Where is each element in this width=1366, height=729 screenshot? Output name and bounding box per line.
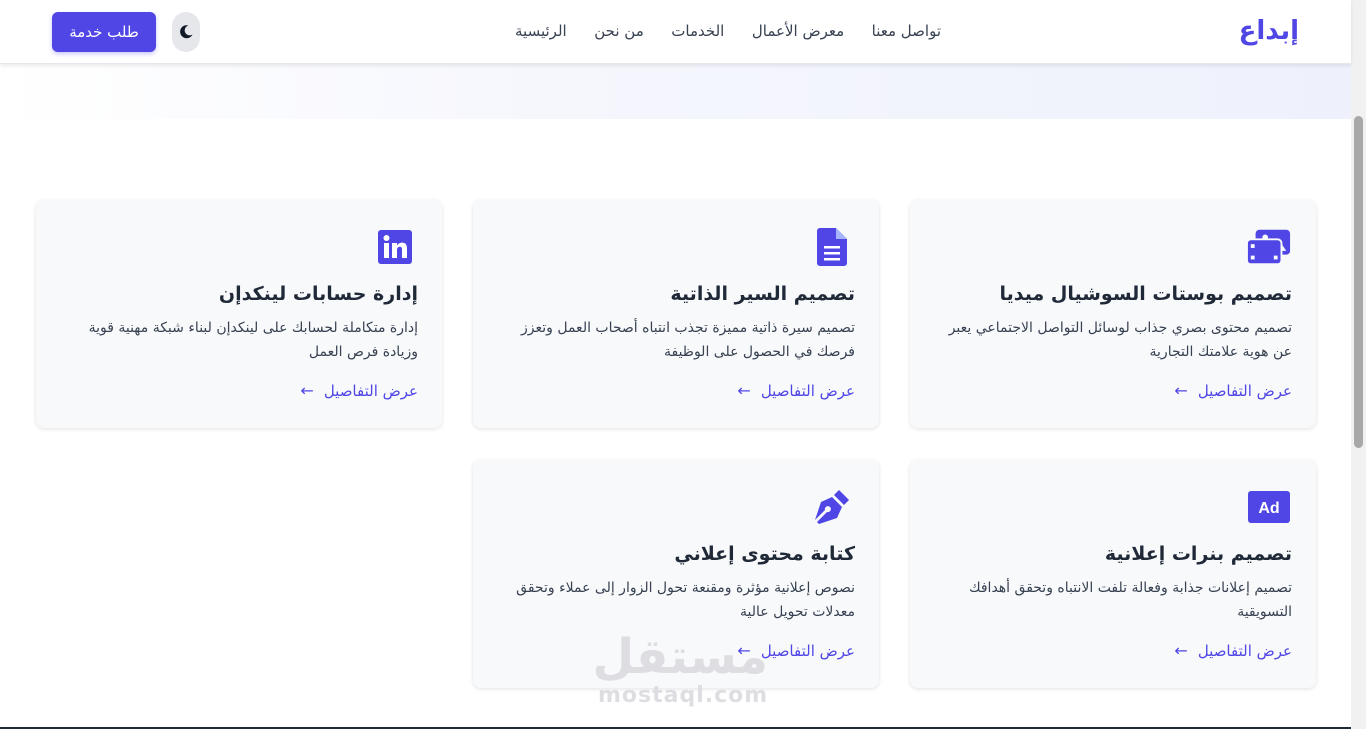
view-details-link[interactable]: عرض التفاصيل ← [1174,381,1292,400]
nav-item-home[interactable]: الرئيسية [515,22,567,40]
service-description: تصميم إعلانات جذابة وفعالة تلفت الانتباه… [969,580,1292,620]
view-details-label: عرض التفاصيل [760,381,855,400]
request-service-button[interactable]: طلب خدمة [52,12,156,52]
service-title: تصميم بوستات السوشيال ميديا [999,283,1292,305]
service-title: كتابة محتوى إعلاني [674,543,855,565]
arrow-left-icon: ← [1174,381,1188,400]
service-card-cv-design[interactable]: تصميم السير الذاتية تصميم سيرة ذاتية ممي… [473,200,879,428]
service-card-linkedin[interactable]: إدارة حسابات لينكدإن إدارة متكاملة لحساب… [36,200,442,428]
service-card-social-media[interactable]: تصميم بوستات السوشيال ميديا تصميم محتوى … [910,200,1316,428]
view-details-label: عرض التفاصيل [1197,381,1292,400]
view-details-link[interactable]: عرض التفاصيل ← [1174,641,1292,660]
watermark-arabic: مستقل [592,629,768,685]
ad-icon: Ad [1246,484,1292,530]
service-description: إدارة متكاملة لحسابك على لينكدإن لبناء ش… [88,320,418,360]
view-details-link[interactable]: عرض التفاصيل ← [737,381,855,400]
service-description: تصميم سيرة ذاتية مميزة تجذب انتباه أصحاب… [521,320,855,360]
arrow-left-icon: ← [737,381,751,400]
service-description: تصميم محتوى بصري جذاب لوسائل التواصل الا… [948,320,1292,360]
main-nav: تواصل معنا معرض الأعمال الخدمات من نحن ا… [515,22,941,40]
arrow-left-icon: ← [1174,641,1188,660]
nav-item-portfolio[interactable]: معرض الأعمال [752,22,844,40]
service-title: إدارة حسابات لينكدإن [218,283,418,305]
site-logo[interactable]: إبداع [1239,16,1299,46]
nav-item-about[interactable]: من نحن [594,22,644,40]
photo-film-icon [1246,224,1292,270]
scrollbar-thumb[interactable] [1354,116,1363,448]
service-title: تصميم بنرات إعلانية [1104,543,1292,565]
service-title: تصميم السير الذاتية [670,283,855,305]
hero-section-bottom [0,64,1351,119]
site-header: إبداع تواصل معنا معرض الأعمال الخدمات من… [0,0,1351,64]
nav-item-services[interactable]: الخدمات [671,22,724,40]
svg-text:Ad: Ad [1258,500,1279,517]
file-icon [809,224,855,270]
arrow-left-icon: ← [300,381,314,400]
linkedin-icon [372,224,418,270]
theme-toggle-button[interactable] [172,12,200,52]
mostaql-watermark: مستقل mostaql.com [592,629,769,716]
nav-item-contact[interactable]: تواصل معنا [872,22,941,40]
view-details-link[interactable]: عرض التفاصيل ← [300,381,418,400]
watermark-latin: mostaql.com [598,683,769,708]
service-card-ad-banners[interactable]: Ad تصميم بنرات إعلانية تصميم إعلانات جذا… [910,460,1316,688]
view-details-label: عرض التفاصيل [1197,641,1292,660]
view-details-label: عرض التفاصيل [760,641,855,660]
moon-icon [180,25,193,39]
view-details-label: عرض التفاصيل [323,381,418,400]
vertical-scrollbar[interactable] [1351,0,1366,729]
pen-nib-icon [809,484,855,530]
service-description: نصوص إعلانية مؤثرة ومقنعة تحول الزوار إل… [516,580,855,620]
